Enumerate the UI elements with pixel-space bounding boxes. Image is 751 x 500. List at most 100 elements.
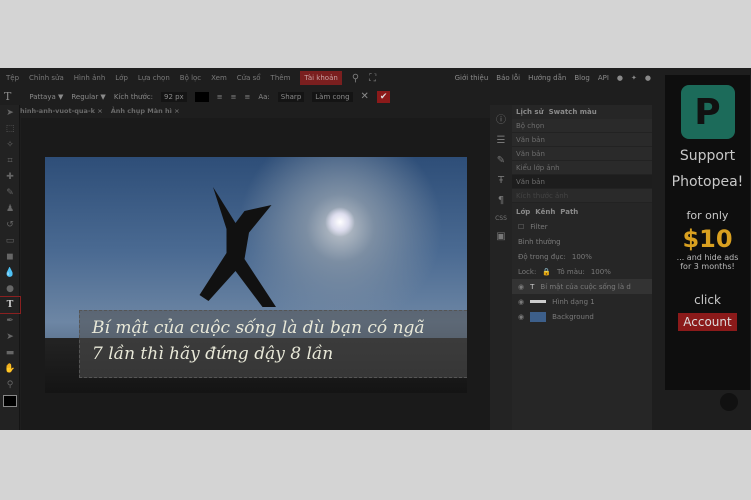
scroll-up-button[interactable] bbox=[720, 393, 738, 411]
healing-tool-icon[interactable]: ✚ bbox=[0, 169, 20, 185]
fullscreen-icon[interactable]: ⛶ bbox=[369, 73, 376, 84]
opacity-input[interactable]: 100% bbox=[572, 253, 592, 261]
menu-image[interactable]: Hình ảnh bbox=[74, 74, 105, 82]
shape-tool-icon[interactable]: ▬ bbox=[0, 345, 20, 361]
character-icon[interactable]: Ŧ bbox=[498, 175, 504, 186]
zoom-tool-icon[interactable]: ⚲ bbox=[0, 377, 20, 393]
account-button[interactable]: Account bbox=[678, 313, 737, 331]
menu-account[interactable]: Tài khoản bbox=[300, 71, 342, 85]
tab-channels[interactable]: Kênh bbox=[535, 208, 555, 216]
eraser-tool-icon[interactable]: ▭ bbox=[0, 233, 20, 249]
opacity-row: Độ trong đục: 100% bbox=[512, 249, 652, 264]
image-icon[interactable]: ▣ bbox=[496, 231, 505, 242]
ad-banner[interactable]: P Support Photopea! for only $10 ... and… bbox=[665, 75, 750, 390]
menu-filter[interactable]: Bộ lọc bbox=[180, 74, 201, 82]
tab-history[interactable]: Lịch sử bbox=[516, 108, 544, 116]
twitter-icon[interactable]: ✦ bbox=[631, 74, 637, 82]
tab-swatches[interactable]: Swatch màu bbox=[549, 108, 597, 116]
history-brush-icon[interactable]: ↺ bbox=[0, 217, 20, 233]
properties-icon[interactable]: ☰ bbox=[497, 135, 506, 146]
history-item[interactable]: Kiểu lớp ảnh bbox=[512, 161, 652, 175]
history-item[interactable]: Bộ chọn bbox=[512, 119, 652, 133]
eye-icon[interactable]: ◉ bbox=[518, 283, 524, 291]
stamp-tool-icon[interactable]: ♟ bbox=[0, 201, 20, 217]
menu-layer[interactable]: Lớp bbox=[115, 74, 128, 82]
info-icon[interactable]: ⓘ bbox=[496, 111, 506, 126]
blend-mode-select[interactable]: Bình thường bbox=[512, 234, 652, 249]
tab-document-2[interactable]: Ảnh chụp Màn hì × bbox=[111, 107, 180, 115]
aa-select[interactable]: Sharp bbox=[277, 91, 305, 102]
link-api[interactable]: API bbox=[598, 74, 609, 82]
layer-thumb bbox=[530, 311, 547, 322]
menu-view[interactable]: Xem bbox=[211, 74, 227, 82]
facebook-icon[interactable]: ● bbox=[645, 74, 651, 82]
marquee-tool-icon[interactable]: ⬚ bbox=[0, 121, 20, 137]
ad-line-1: Support bbox=[679, 148, 736, 164]
canvas-area[interactable]: Bí mật của cuộc sống là dù bạn có ngã 7 … bbox=[21, 118, 490, 430]
align-left-icon[interactable]: ≡ bbox=[217, 93, 223, 101]
layer-row[interactable]: ◉ Background bbox=[512, 309, 652, 324]
tab-layers[interactable]: Lớp bbox=[516, 208, 530, 216]
ad-line-5: click bbox=[694, 293, 721, 307]
path-select-icon[interactable]: ➤ bbox=[0, 329, 20, 345]
link-tutorial[interactable]: Hướng dẫn bbox=[528, 74, 566, 82]
link-report-bug[interactable]: Báo lỗi bbox=[496, 74, 520, 82]
align-right-icon[interactable]: ≡ bbox=[244, 93, 250, 101]
history-item[interactable]: Văn bản bbox=[512, 133, 652, 147]
filter-checkbox[interactable]: ☐ bbox=[518, 223, 524, 231]
search-icon[interactable]: ⚲ bbox=[352, 73, 359, 84]
eye-icon[interactable]: ◉ bbox=[518, 298, 524, 306]
pen-tool-icon[interactable]: ✒ bbox=[0, 313, 20, 329]
brush-tool-icon[interactable]: ✎ bbox=[0, 185, 20, 201]
link-about[interactable]: Giới thiệu bbox=[455, 74, 489, 82]
font-select[interactable]: Pattaya ▼ bbox=[29, 93, 63, 101]
fill-input[interactable]: 100% bbox=[591, 268, 611, 276]
gradient-tool-icon[interactable]: ◼ bbox=[0, 249, 20, 265]
layer-name: Background bbox=[552, 312, 594, 321]
toolbar: ➤ ⬚ ✧ ⌗ ✚ ✎ ♟ ↺ ▭ ◼ 💧 ● T ✒ ➤ ▬ ✋ ⚲ bbox=[0, 105, 21, 430]
tab-paths[interactable]: Path bbox=[560, 208, 578, 216]
text-layer-quote[interactable]: Bí mật của cuộc sống là dù bạn có ngã 7 … bbox=[79, 310, 467, 378]
brush-panel-icon[interactable]: ✎ bbox=[497, 155, 505, 166]
lasso-tool-icon[interactable]: ✧ bbox=[0, 137, 20, 153]
reddit-icon[interactable]: ● bbox=[617, 74, 623, 82]
lock-icon[interactable]: 🔒 bbox=[542, 268, 551, 276]
history-item[interactable]: Văn bản bbox=[512, 147, 652, 161]
layer-row[interactable]: ◉ T Bí mật của cuộc sống là d bbox=[512, 279, 652, 294]
paragraph-icon[interactable]: ¶ bbox=[498, 195, 504, 206]
move-tool-icon[interactable]: ➤ bbox=[0, 105, 20, 121]
quote-line-2: 7 lần thì hãy đứng dậy 8 lần bbox=[92, 344, 334, 364]
cancel-icon[interactable]: ✕ bbox=[361, 91, 369, 102]
crop-tool-icon[interactable]: ⌗ bbox=[0, 153, 20, 169]
menu-edit[interactable]: Chỉnh sửa bbox=[29, 74, 64, 82]
blur-tool-icon[interactable]: 💧 bbox=[0, 265, 20, 281]
quote-line-1: Bí mật của cuộc sống là dù bạn có ngã bbox=[92, 318, 425, 338]
document-tabs: hinh-anh-vuot-qua-k × Ảnh chụp Màn hì × bbox=[20, 105, 180, 117]
menu-file[interactable]: Tệp bbox=[6, 74, 19, 82]
menu-more[interactable]: Thêm bbox=[271, 74, 291, 82]
link-blog[interactable]: Blog bbox=[574, 74, 589, 82]
tab-document-1[interactable]: hinh-anh-vuot-qua-k × bbox=[20, 107, 103, 115]
align-center-icon[interactable]: ≡ bbox=[231, 93, 237, 101]
dodge-tool-icon[interactable]: ● bbox=[0, 281, 20, 297]
color-swatch[interactable] bbox=[194, 91, 209, 102]
fill-label: Tô màu: bbox=[557, 267, 585, 276]
type-tool-icon[interactable]: T bbox=[0, 296, 21, 314]
commit-icon[interactable]: ✔ bbox=[376, 90, 391, 103]
history-item[interactable]: Văn bản bbox=[512, 175, 652, 189]
hand-tool-icon[interactable]: ✋ bbox=[0, 361, 20, 377]
layer-thumb bbox=[530, 300, 547, 303]
layer-row[interactable]: ◉ Hình dạng 1 bbox=[512, 294, 652, 309]
history-item[interactable]: Kích thước ảnh bbox=[512, 189, 652, 203]
eye-icon[interactable]: ◉ bbox=[518, 313, 524, 321]
menu-select[interactable]: Lựa chọn bbox=[138, 74, 170, 82]
right-panels: Lịch sử Swatch màu Bộ chọn Văn bản Văn b… bbox=[512, 105, 652, 430]
menu-window[interactable]: Cửa sổ bbox=[237, 74, 261, 82]
size-input[interactable]: 92 px bbox=[160, 91, 187, 102]
layers-tabs: Lớp Kênh Path bbox=[512, 205, 652, 219]
warp-button[interactable]: Làm cong bbox=[312, 91, 353, 102]
style-select[interactable]: Regular ▼ bbox=[71, 93, 105, 101]
color-swatches[interactable] bbox=[0, 393, 20, 409]
ad-line-2: Photopea! bbox=[671, 174, 744, 190]
css-icon[interactable]: CSS bbox=[495, 215, 507, 222]
